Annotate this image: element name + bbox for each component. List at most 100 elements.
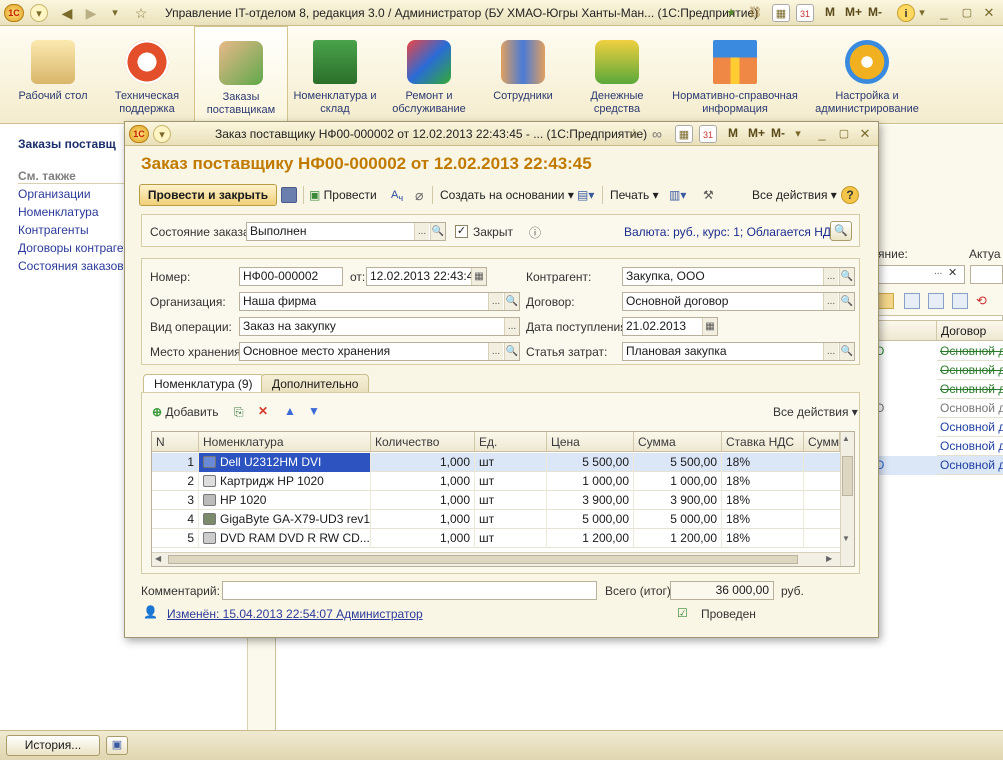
bg-search-icon[interactable] [878, 293, 894, 309]
add-favorite-icon[interactable]: ★ [722, 4, 740, 22]
1c-logo-icon[interactable]: 1С [4, 4, 24, 22]
doc-1c-logo-icon[interactable]: 1С [129, 125, 149, 143]
operation-field[interactable]: Заказ на закупку ... [239, 317, 520, 336]
calculator-icon[interactable]: ▦ [772, 4, 790, 22]
move-down-icon[interactable]: ▼ [308, 404, 320, 418]
doc-minimize-icon[interactable]: _ [813, 125, 831, 143]
history-button[interactable]: История... [6, 735, 100, 756]
storage-search-icon[interactable]: 🔍 [504, 343, 519, 360]
closed-checkbox[interactable]: ✓ [455, 225, 468, 238]
scroll-left-icon[interactable]: ◀ [155, 554, 161, 563]
storage-select-icon[interactable]: ... [488, 343, 503, 360]
maximize-icon[interactable]: ▢ [958, 4, 976, 22]
bg-actual-input[interactable] [970, 265, 1003, 284]
windows-list-icon[interactable]: ▣ [106, 736, 128, 755]
table-horizontal-scrollbar[interactable]: ◀ ▶ [152, 552, 840, 566]
section-repair[interactable]: Ремонт и обслуживание [384, 26, 474, 124]
bg-row-contract[interactable]: Основной д [937, 399, 1003, 418]
contractor-select-icon[interactable]: ... [823, 268, 838, 285]
bg-table-icon[interactable] [928, 293, 944, 309]
back-arrow-icon[interactable]: ◀ [58, 4, 76, 22]
link-nomenclature[interactable]: Номенклатура [18, 205, 99, 219]
scroll-right-icon[interactable]: ▶ [826, 554, 832, 563]
link-contracts[interactable]: Договоры контраген [18, 241, 130, 255]
section-employees[interactable]: Сотрудники [482, 26, 564, 124]
section-desktop[interactable]: Рабочий стол [12, 26, 94, 124]
bg-row-contract[interactable]: Основной д [937, 418, 1003, 437]
operation-select-icon[interactable]: ... [504, 318, 519, 335]
organization-select-icon[interactable]: ... [488, 293, 503, 310]
order-state-search-icon[interactable]: 🔍 [430, 223, 445, 240]
doc-memory-m-button[interactable]: M [728, 126, 738, 140]
create-based-on-button[interactable]: Создать на основании ▾ [440, 184, 574, 206]
contractor-search-icon[interactable]: 🔍 [839, 268, 854, 285]
forward-arrow-icon[interactable]: ▶ [82, 4, 100, 22]
col-header-quantity[interactable]: Количество [371, 432, 475, 452]
storage-field[interactable]: Основное место хранения ... 🔍 [239, 342, 520, 361]
section-admin[interactable]: Настройка и администрирование [808, 26, 926, 124]
table-row[interactable]: 5 DVD RAM DVD R RW CD... 1,000 шт 1 200,… [152, 529, 840, 548]
favorite-star-icon[interactable]: ☆ [132, 4, 150, 22]
order-state-field[interactable]: Выполнен ... 🔍 [246, 222, 446, 241]
bg-row-contract[interactable]: Основной д [937, 456, 1003, 475]
memory-mplus-button[interactable]: M+ [845, 5, 862, 19]
doc-menu-dropdown-icon[interactable]: ▾ [153, 125, 171, 143]
link-order-states[interactable]: Состояния заказов п [18, 259, 134, 273]
menu-dropdown-icon[interactable]: ▾ [30, 4, 48, 22]
receipt-date-field[interactable]: 21.02.2013 ▦ [622, 317, 718, 336]
calendar-icon[interactable]: 31 [796, 4, 814, 22]
col-header-unit[interactable]: Ед. [475, 432, 547, 452]
table-all-actions-button[interactable]: Все действия ▾ [773, 405, 858, 419]
comment-field[interactable] [222, 581, 597, 600]
doc-memory-dropdown-icon[interactable]: ▾ [789, 125, 807, 143]
expense-select-icon[interactable]: ... [823, 343, 838, 360]
tab-additional[interactable]: Дополнительно [261, 374, 370, 393]
attach-paperclip-icon[interactable]: ⌀ [415, 184, 423, 206]
tab-nomenclature[interactable]: Номенклатура (9) [143, 374, 264, 393]
save-icon[interactable] [281, 187, 297, 203]
section-money[interactable]: Денежные средства [576, 26, 658, 124]
row-name-cell[interactable]: Картридж HP 1020 [199, 472, 371, 491]
currency-search-icon[interactable]: 🔍 [830, 221, 852, 241]
bg-filter-clear-icon[interactable]: ✕ [948, 266, 957, 279]
related-docs-icon[interactable]: ▤▾ [577, 184, 594, 206]
col-header-sum[interactable]: Сумма [634, 432, 722, 452]
memory-mminus-button[interactable]: M- [868, 5, 882, 19]
post-button[interactable]: ▣ Провести [309, 184, 377, 206]
row-name-cell[interactable]: HP 1020 [199, 491, 371, 510]
organization-search-icon[interactable]: 🔍 [504, 293, 519, 310]
move-up-icon[interactable]: ▲ [284, 404, 296, 418]
section-supplier-orders[interactable]: Заказы поставщикам [194, 26, 288, 124]
organization-field[interactable]: Наша фирма ... 🔍 [239, 292, 520, 311]
row-name-cell[interactable]: GigaByte GA-X79-UD3 rev1... [199, 510, 371, 529]
contract-search-icon[interactable]: 🔍 [839, 293, 854, 310]
contract-select-icon[interactable]: ... [823, 293, 838, 310]
section-reference[interactable]: Нормативно-справочная информация [666, 26, 804, 124]
receipt-calendar-icon[interactable]: ▦ [702, 318, 717, 335]
doc-memory-mminus-button[interactable]: M- [771, 126, 785, 140]
expense-field[interactable]: Плановая закупка ... 🔍 [622, 342, 855, 361]
post-and-close-button[interactable]: Провести и закрыть [139, 184, 277, 206]
row-name-cell[interactable]: DVD RAM DVD R RW CD... [199, 529, 371, 548]
horizontal-scroll-thumb[interactable] [168, 555, 798, 564]
all-actions-button[interactable]: Все действия ▾ [752, 184, 837, 206]
doc-calculator-icon[interactable]: ▦ [675, 125, 693, 143]
date-calendar-icon[interactable]: ▦ [471, 268, 486, 285]
bg-list-icon[interactable] [952, 293, 968, 309]
order-state-select-icon[interactable]: ... [414, 223, 429, 240]
info-dropdown-icon[interactable]: ▾ [913, 4, 931, 22]
number-field[interactable]: НФ00-000002 [239, 267, 343, 286]
add-button[interactable]: ⊕ Добавить [152, 405, 218, 419]
spell-check-icon[interactable]: Aч [391, 184, 403, 206]
bg-row-contract[interactable]: Основной д [937, 342, 1003, 361]
bg-filter-select-icon[interactable]: ... [934, 266, 942, 277]
memory-m-button[interactable]: M [825, 5, 835, 19]
doc-memory-mplus-button[interactable]: M+ [748, 126, 765, 140]
bg-row-contract[interactable]: Основной д [937, 380, 1003, 399]
minimize-icon[interactable]: _ [935, 4, 953, 22]
doc-link-icon[interactable]: ∞ [648, 125, 666, 143]
bg-row-contract[interactable]: Основной д [937, 361, 1003, 380]
section-nomenclature[interactable]: Номенклатура и склад [292, 26, 378, 124]
doc-maximize-icon[interactable]: ▢ [835, 125, 853, 143]
contract-field[interactable]: Основной договор ... 🔍 [622, 292, 855, 311]
